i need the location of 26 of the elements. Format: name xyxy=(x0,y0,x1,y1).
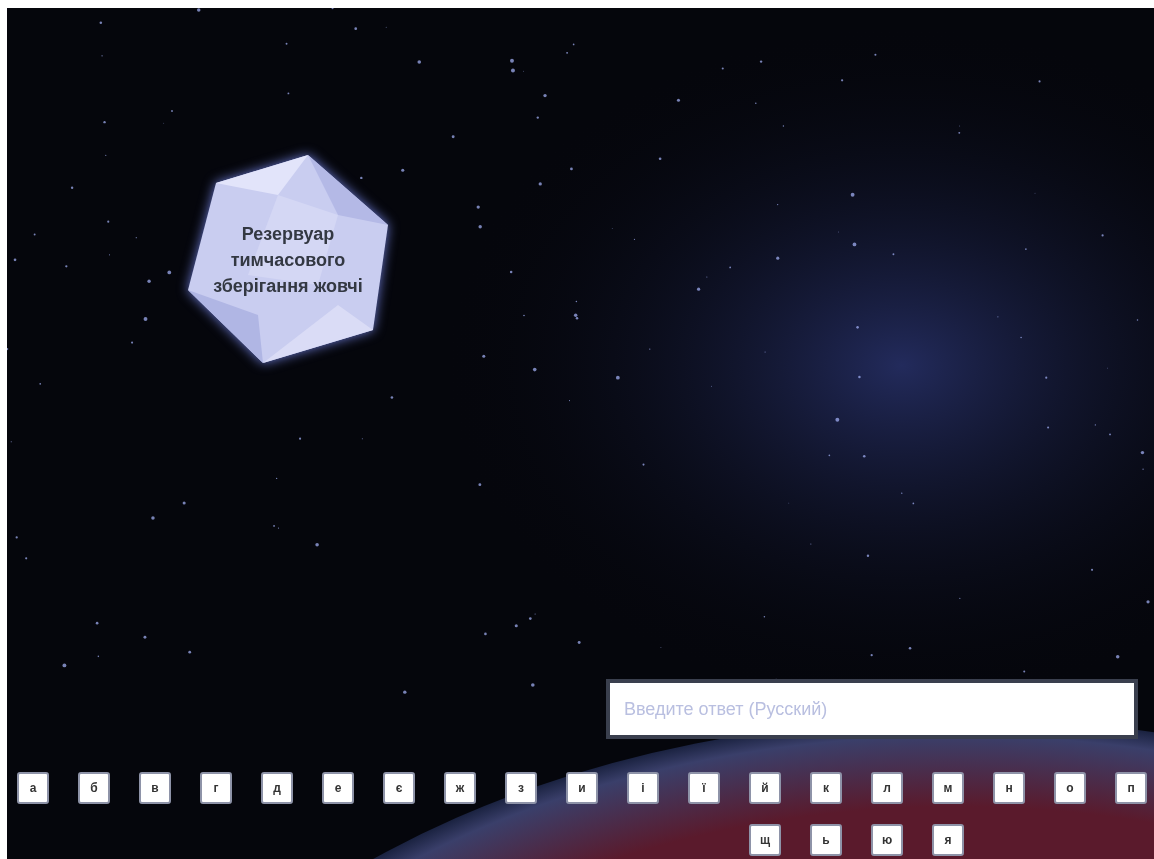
answer-input-field[interactable]: Введите ответ (Русский) xyxy=(606,679,1138,739)
letter-key[interactable]: о xyxy=(1054,772,1086,804)
letter-key[interactable]: к xyxy=(810,772,842,804)
letter-key[interactable]: з xyxy=(505,772,537,804)
letter-key[interactable]: і xyxy=(627,772,659,804)
letter-key[interactable]: и xyxy=(566,772,598,804)
letter-key[interactable]: в xyxy=(139,772,171,804)
letter-key[interactable]: а xyxy=(17,772,49,804)
crystal-label: Резервуар тимчасового зберігання жовчі xyxy=(213,223,363,298)
letter-key[interactable]: г xyxy=(200,772,232,804)
letter-key[interactable]: н xyxy=(993,772,1025,804)
letter-key[interactable]: я xyxy=(932,824,964,856)
crystal-node[interactable]: Резервуар тимчасового зберігання жовчі xyxy=(185,155,391,365)
letter-key[interactable]: л xyxy=(871,772,903,804)
letter-key[interactable]: ь xyxy=(810,824,842,856)
letter-key[interactable]: п xyxy=(1115,772,1147,804)
letter-key[interactable]: д xyxy=(261,772,293,804)
letter-key[interactable]: м xyxy=(932,772,964,804)
letter-key[interactable]: ю xyxy=(871,824,903,856)
letter-key[interactable]: б xyxy=(78,772,110,804)
letter-key[interactable]: щ xyxy=(749,824,781,856)
letter-key[interactable]: ї xyxy=(688,772,720,804)
letter-key[interactable]: є xyxy=(383,772,415,804)
letter-key[interactable]: й xyxy=(749,772,781,804)
letter-key[interactable]: е xyxy=(322,772,354,804)
letter-key[interactable]: ж xyxy=(444,772,476,804)
